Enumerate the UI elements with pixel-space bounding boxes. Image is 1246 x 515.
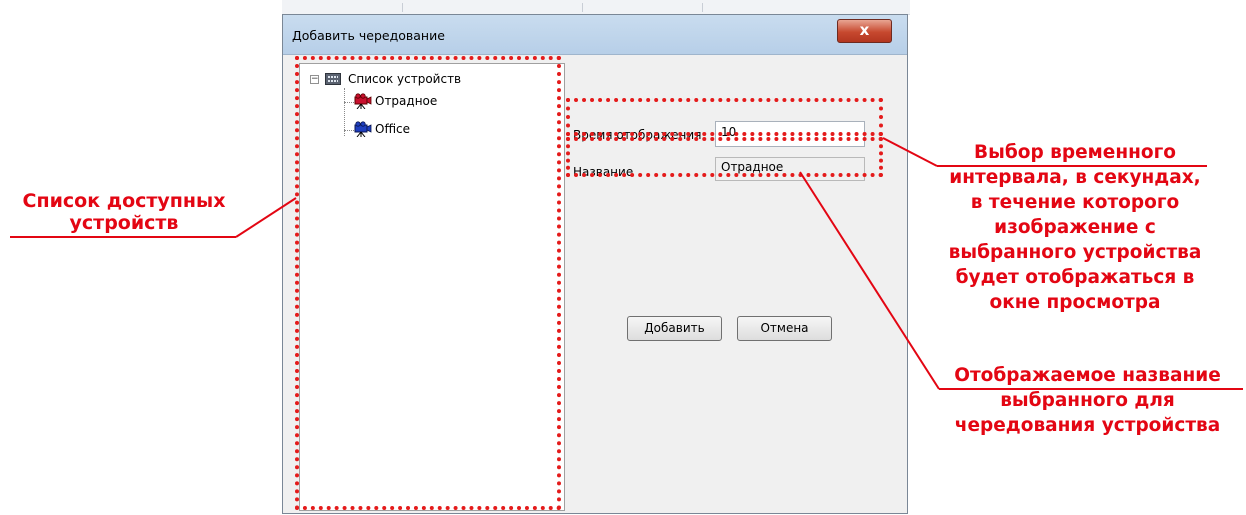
- annotation-line: Выбор временного: [974, 142, 1176, 163]
- background-window-strip: [282, 0, 910, 15]
- display-time-highlight: [566, 98, 883, 136]
- annotation-line: выбранного устройства: [948, 242, 1202, 263]
- annotation-line: Отображаемое название: [954, 365, 1221, 386]
- close-button[interactable]: x: [837, 19, 892, 43]
- annotation-line: выбранного для: [1000, 390, 1175, 411]
- close-icon: x: [859, 21, 870, 39]
- annotation-line: окне просмотра: [989, 292, 1161, 313]
- dialog-titlebar[interactable]: Добавить чередование x: [283, 15, 907, 55]
- annotation-line: интервала, в секундах,: [949, 167, 1201, 188]
- device-list-annotation: Список доступных устройств: [8, 190, 240, 234]
- interval-annotation: Выбор временного интервала, в секундах, …: [925, 140, 1225, 315]
- annotation-line: будет отображаться в: [955, 267, 1195, 288]
- device-list-highlight: [295, 56, 561, 510]
- name-field-highlight: [566, 137, 883, 177]
- background-divider: [402, 3, 403, 12]
- name-annotation: Отображаемое название выбранного для чер…: [930, 363, 1245, 438]
- annotation-line: изображение с: [994, 217, 1156, 238]
- background-divider: [582, 3, 583, 12]
- add-button[interactable]: Добавить: [627, 316, 722, 341]
- annotation-line: устройств: [69, 212, 179, 234]
- annotation-line: в течение которого: [970, 192, 1180, 213]
- annotation-line: чередования устройства: [954, 415, 1221, 436]
- annotation-line: Список доступных: [22, 190, 226, 212]
- dialog-title: Добавить чередование: [292, 28, 445, 43]
- cancel-button[interactable]: Отмена: [737, 316, 832, 341]
- background-divider: [702, 3, 703, 12]
